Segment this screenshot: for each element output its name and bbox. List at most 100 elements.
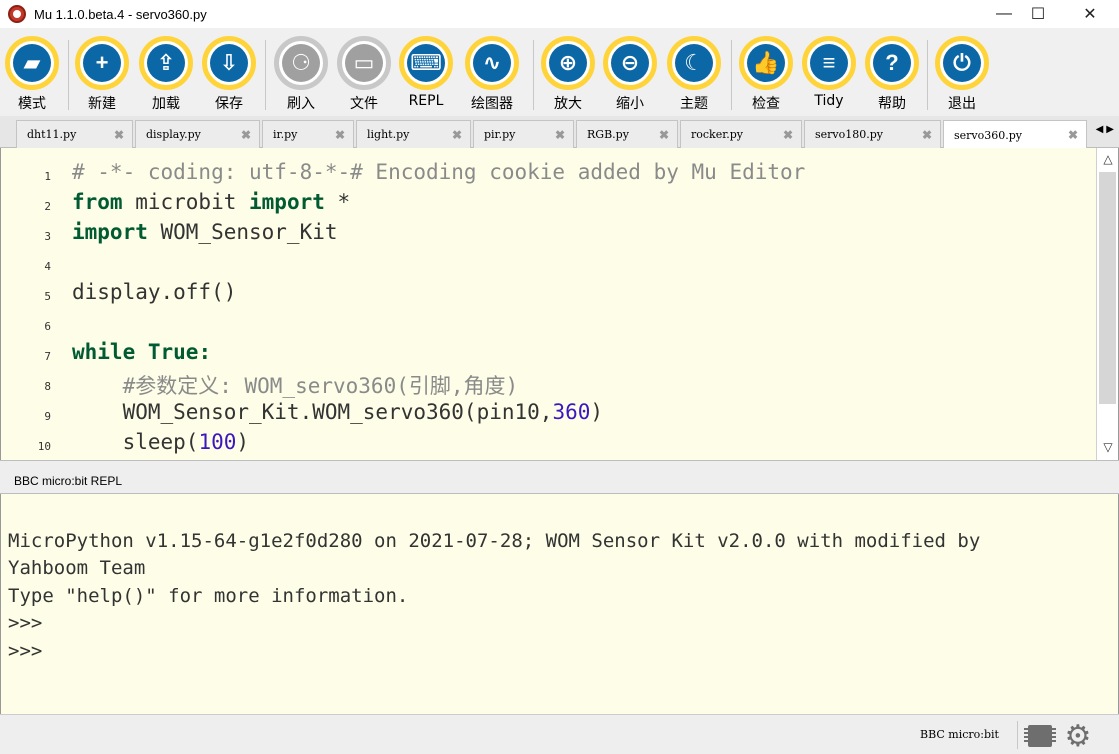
zoomin-button-label: 放大 — [554, 96, 582, 112]
tab-label: rocker.py — [691, 128, 744, 141]
mode-button-ring: ▰ — [5, 36, 59, 90]
repl-title: BBC micro:bit REPL — [14, 474, 123, 488]
zoomout-button[interactable]: ⊖ 缩小 — [600, 36, 660, 116]
zoomin-button-ring: ⊕ — [541, 36, 595, 90]
code-token: import — [72, 220, 148, 244]
upload-icon: ⇪ — [147, 44, 185, 82]
code-token: WOM_Sensor_Kit.WOM_servo360(pin10, — [72, 400, 553, 424]
code-editor[interactable]: 1 2 3 4 5 6 7 8 9 10 # -*- coding: utf-8-*-# Enco… — [0, 148, 1119, 460]
toolbar-separator — [265, 40, 266, 110]
power-icon: ⏻ — [943, 44, 981, 82]
code-line[interactable]: # -*- coding: utf-8-*-# Encoding cookie … — [72, 160, 805, 184]
save-button-label: 保存 — [215, 96, 243, 112]
plotter-button-label: 绘图器 — [471, 96, 513, 112]
scroll-up-icon[interactable]: △ — [1097, 148, 1118, 170]
line-number: 4 — [44, 260, 51, 273]
code-token: #参数定义: WOM_servo360(引脚,角度) — [72, 374, 519, 398]
zoomout-button-ring: ⊖ — [603, 36, 657, 90]
code-token: ) — [590, 400, 604, 424]
tab-light-py[interactable]: light.py ✖ — [356, 120, 471, 148]
tab-close-icon[interactable]: ✖ — [452, 128, 462, 142]
tab-close-icon[interactable]: ✖ — [114, 128, 124, 142]
tab-display-py[interactable]: display.py ✖ — [135, 120, 260, 148]
code-line[interactable]: #参数定义: WOM_servo360(引脚,角度) — [72, 370, 519, 400]
theme-button[interactable]: ☾ 主题 — [664, 36, 724, 116]
code-line[interactable]: while True: — [72, 340, 211, 364]
tidy-button[interactable]: ≡ Tidy — [799, 36, 859, 116]
load-button[interactable]: ⇪ 加载 — [136, 36, 196, 116]
status-mode-label[interactable]: BBC micro:bit — [920, 728, 999, 741]
mode-icon: ▰ — [13, 44, 51, 82]
scroll-thumb[interactable] — [1099, 172, 1116, 404]
code-line[interactable]: display.off() — [72, 280, 236, 304]
moon-icon: ☾ — [675, 44, 713, 82]
repl-line: >>> — [8, 612, 43, 634]
tab-close-icon[interactable]: ✖ — [555, 128, 565, 142]
code-line[interactable]: import WOM_Sensor_Kit — [72, 220, 338, 244]
tab-close-icon[interactable]: ✖ — [241, 128, 251, 142]
tab-servo180-py[interactable]: servo180.py ✖ — [804, 120, 941, 148]
tab-close-icon[interactable]: ✖ — [922, 128, 932, 142]
check-button-label: 检查 — [752, 96, 780, 112]
code-token: WOM_Sensor_Kit — [147, 220, 338, 244]
new-button[interactable]: + 新建 — [72, 36, 132, 116]
theme-button-ring: ☾ — [667, 36, 721, 90]
files-icon: ▭ — [345, 44, 383, 82]
flash-icon: ⚆ — [282, 44, 320, 82]
plotter-button[interactable]: ∿ 绘图器 — [462, 36, 522, 116]
plotter-icon: ∿ — [473, 44, 511, 82]
code-line[interactable]: from microbit import * — [72, 190, 350, 214]
check-button[interactable]: 👍 检查 — [736, 36, 796, 116]
line-number: 8 — [44, 380, 51, 393]
tab-rocker-py[interactable]: rocker.py ✖ — [680, 120, 802, 148]
new-button-label: 新建 — [88, 96, 116, 112]
tab-pir-py[interactable]: pir.py ✖ — [473, 120, 574, 148]
mode-button-label: 模式 — [18, 96, 46, 112]
code-line[interactable]: sleep(100) — [72, 430, 249, 454]
save-button[interactable]: ⇩ 保存 — [199, 36, 259, 116]
tab-ir-py[interactable]: ir.py ✖ — [262, 120, 354, 148]
mode-button[interactable]: ▰ 模式 — [2, 36, 62, 116]
theme-button-label: 主题 — [680, 96, 708, 112]
tab-scroll-arrows-icon[interactable]: ◀▶ — [1096, 124, 1117, 135]
tab-close-icon[interactable]: ✖ — [783, 128, 793, 142]
zoomin-button[interactable]: ⊕ 放大 — [538, 36, 598, 116]
tidy-icon: ≡ — [810, 44, 848, 82]
scroll-down-icon[interactable]: ▽ — [1097, 436, 1118, 458]
chip-icon[interactable] — [1024, 725, 1056, 747]
line-number: 7 — [44, 350, 51, 363]
status-divider — [1017, 721, 1018, 749]
tidy-button-label: Tidy — [814, 93, 844, 109]
quit-button[interactable]: ⏻ 退出 — [932, 36, 992, 116]
code-line[interactable]: WOM_Sensor_Kit.WOM_servo360(pin10,360) — [72, 400, 603, 424]
load-button-ring: ⇪ — [139, 36, 193, 90]
tab-servo360-py[interactable]: servo360.py ✖ — [943, 120, 1087, 149]
flash-button-ring: ⚆ — [274, 36, 328, 90]
line-number: 6 — [44, 320, 51, 333]
tab-close-icon[interactable]: ✖ — [335, 128, 345, 142]
tab-close-icon[interactable]: ✖ — [659, 128, 669, 142]
repl-button-label: REPL — [408, 93, 444, 109]
repl-button[interactable]: ⌨ REPL — [396, 36, 456, 116]
tab-label: RGB.py — [587, 128, 629, 141]
help-button[interactable]: ? 帮助 — [862, 36, 922, 116]
editor-scrollbar[interactable]: △ ▽ — [1096, 148, 1118, 460]
gear-icon[interactable]: ⚙ — [1064, 722, 1092, 752]
tab-dht11-py[interactable]: dht11.py ✖ — [16, 120, 133, 148]
download-icon: ⇩ — [210, 44, 248, 82]
close-window-button[interactable]: ✕ — [1067, 0, 1113, 28]
repl-line: MicroPython v1.15-64-g1e2f0d280 on 2021-… — [8, 529, 981, 552]
code-token: display.off() — [72, 280, 237, 304]
tab-close-icon[interactable]: ✖ — [1068, 128, 1078, 142]
repl-console[interactable]: MicroPython v1.15-64-g1e2f0d280 on 2021-… — [0, 494, 1119, 714]
flash-button[interactable]: ⚆ 刷入 — [271, 36, 331, 116]
tab-label: ir.py — [273, 128, 298, 141]
line-number: 10 — [37, 440, 51, 453]
maximize-button[interactable]: ☐ — [1015, 0, 1061, 28]
line-number: 3 — [44, 230, 51, 243]
tab-rgb-py[interactable]: RGB.py ✖ — [576, 120, 678, 148]
line-number: 2 — [44, 200, 51, 213]
zoomout-button-label: 缩小 — [616, 96, 644, 112]
files-button[interactable]: ▭ 文件 — [334, 36, 394, 116]
